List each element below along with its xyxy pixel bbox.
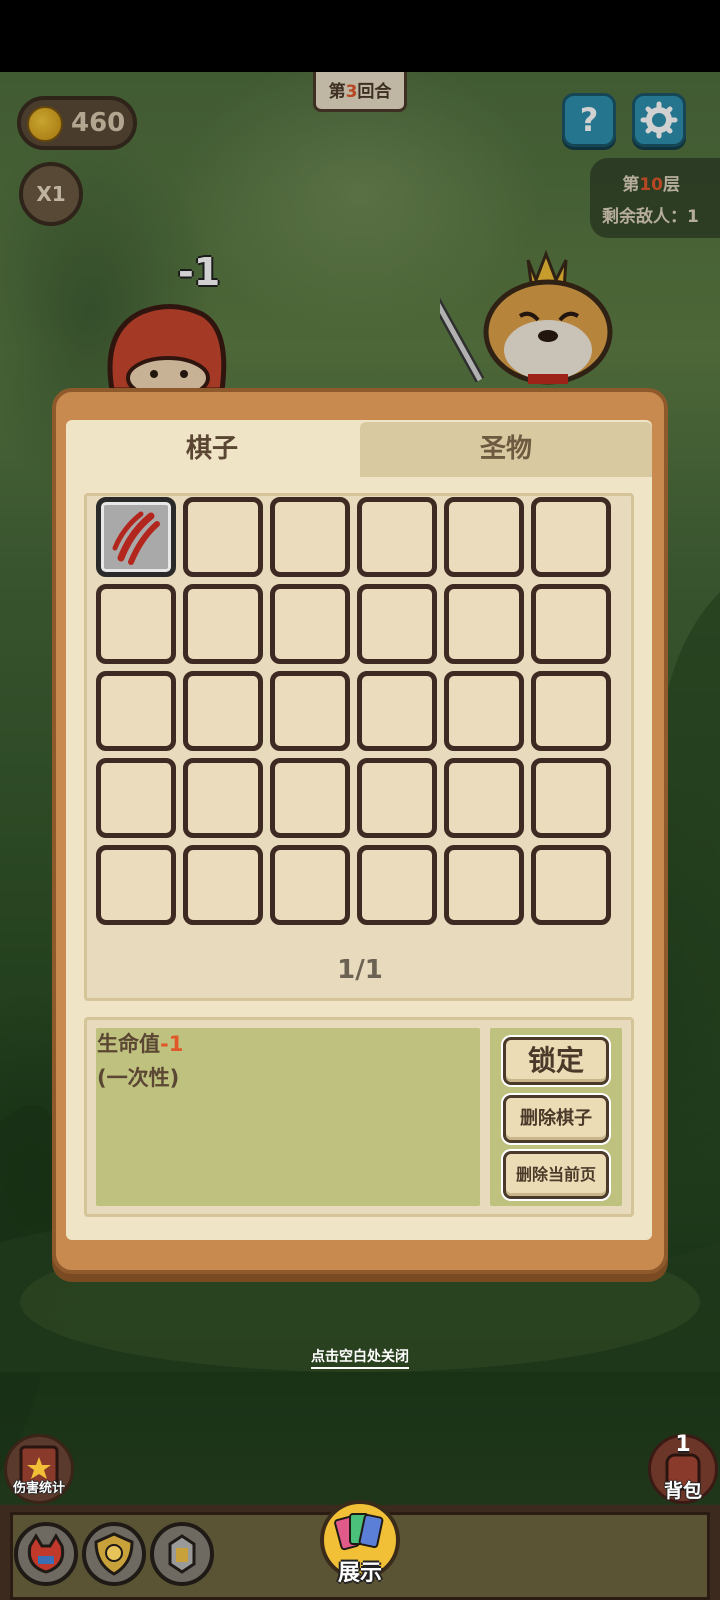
tab-relics[interactable]: 圣物 xyxy=(360,422,652,477)
grid-cell[interactable] xyxy=(183,758,263,838)
grid-cell[interactable] xyxy=(357,497,437,577)
claw-scratch-icon xyxy=(112,511,160,565)
monster-slot-3[interactable] xyxy=(150,1522,214,1586)
grid-cell[interactable] xyxy=(270,584,350,664)
show-label: 展示 xyxy=(337,1561,382,1586)
delete-page-button[interactable]: 删除当前页 xyxy=(503,1151,609,1199)
grid-cell[interactable] xyxy=(444,758,524,838)
grid-cell[interactable] xyxy=(357,671,437,751)
backpack-label: 背包 xyxy=(663,1480,702,1502)
grid-cell[interactable] xyxy=(444,497,524,577)
grid-cell[interactable] xyxy=(531,671,611,751)
grid-cell[interactable] xyxy=(444,584,524,664)
grid-cell[interactable] xyxy=(357,845,437,925)
grid-cell[interactable] xyxy=(270,671,350,751)
shield-icon xyxy=(94,1532,134,1576)
close-hint-text: 点击空白处关闭 xyxy=(311,1349,409,1369)
grid-cell[interactable] xyxy=(357,584,437,664)
grid-cell[interactable] xyxy=(96,671,176,751)
backpack-count: 1 xyxy=(675,1432,691,1457)
damage-stats-label: 伤害统计 xyxy=(12,1481,65,1496)
grid-cell[interactable] xyxy=(444,671,524,751)
grid-cell[interactable] xyxy=(183,845,263,925)
demon-icon xyxy=(27,1533,65,1574)
lock-button[interactable]: 锁定 xyxy=(503,1037,609,1085)
grid-cell[interactable] xyxy=(270,497,350,577)
grid-cell[interactable] xyxy=(96,845,176,925)
tab-pieces[interactable]: 棋子 xyxy=(66,422,358,477)
description-note: (一次性) xyxy=(97,1066,180,1090)
grid-cell[interactable] xyxy=(183,584,263,664)
description-stat: 生命值-1 xyxy=(97,1028,183,1058)
grid-cell-claw-piece[interactable] xyxy=(96,497,176,577)
grid-cell[interactable] xyxy=(183,497,263,577)
armor-icon xyxy=(168,1534,196,1574)
monster-slot-2[interactable] xyxy=(82,1522,146,1586)
grid-cell[interactable] xyxy=(531,584,611,664)
grid-cell[interactable] xyxy=(96,584,176,664)
stat-label: 生命值 xyxy=(97,1032,160,1056)
grid-cell[interactable] xyxy=(183,671,263,751)
grid-cell[interactable] xyxy=(357,758,437,838)
grid-cell[interactable] xyxy=(531,758,611,838)
grid-cell[interactable] xyxy=(531,497,611,577)
page-indicator: 1/1 xyxy=(337,955,383,985)
close-hint[interactable]: 点击空白处关闭 xyxy=(0,1346,720,1369)
grid-cell[interactable] xyxy=(96,758,176,838)
grid-cell[interactable] xyxy=(444,845,524,925)
monster-slot-1[interactable] xyxy=(14,1522,78,1586)
grid-cell[interactable] xyxy=(270,845,350,925)
grid-cell[interactable] xyxy=(270,758,350,838)
grid-cell[interactable] xyxy=(531,845,611,925)
delete-piece-button[interactable]: 删除棋子 xyxy=(503,1095,609,1143)
stat-value: -1 xyxy=(160,1032,184,1056)
